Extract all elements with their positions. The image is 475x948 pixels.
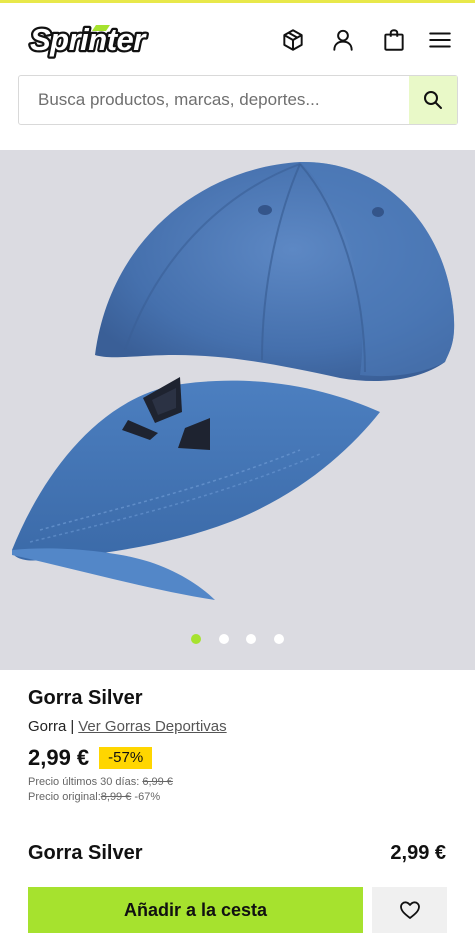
last30-price: 6,99 €: [142, 776, 173, 788]
original-price: 8,99 €: [100, 791, 132, 803]
product-title: Gorra Silver: [28, 687, 143, 709]
site-header: Sprinter Sprinter: [0, 3, 475, 150]
original-discount: -67%: [134, 791, 161, 803]
product-price: 2,99 €: [28, 745, 90, 770]
category-row: Gorra | Ver Gorras Deportivas: [28, 718, 227, 735]
shopping-bag-icon[interactable]: [379, 25, 409, 55]
gallery-pagination: [191, 634, 291, 646]
discount-badge: -57%: [99, 747, 153, 769]
original-label: Precio original:: [28, 791, 101, 803]
product-image-gallery[interactable]: [0, 150, 475, 670]
original-price-line: Precio original:8,99 € -67%: [28, 791, 160, 803]
user-icon[interactable]: [328, 25, 358, 55]
search-button[interactable]: [409, 76, 457, 124]
sprinter-logo[interactable]: Sprinter Sprinter: [28, 19, 198, 59]
sticky-product-title: Gorra Silver: [28, 842, 143, 864]
gallery-dot[interactable]: [246, 634, 256, 644]
last30-label: Precio últimos 30 días:: [28, 776, 140, 788]
product-info: Gorra Silver Gorra | Ver Gorras Deportivas…: [0, 670, 475, 948]
category-separator: |: [70, 718, 75, 735]
search-bar: [18, 75, 458, 125]
svg-text:Sprinter: Sprinter: [30, 22, 147, 57]
search-icon: [424, 91, 442, 109]
price-row: 2,99 € -57%: [28, 745, 153, 771]
add-to-cart-button[interactable]: Añadir a la cesta: [28, 887, 363, 933]
sticky-product-price: 2,99 €: [390, 842, 446, 864]
gallery-dot[interactable]: [191, 634, 201, 644]
product-image: [12, 161, 455, 600]
package-icon[interactable]: [278, 25, 308, 55]
favorite-button[interactable]: [372, 887, 447, 933]
search-input[interactable]: [19, 76, 409, 124]
heart-icon: [399, 901, 420, 919]
category-label: Gorra: [28, 718, 67, 735]
gallery-dot[interactable]: [219, 634, 229, 644]
menu-icon[interactable]: [425, 25, 455, 55]
last30-price-line: Precio últimos 30 días: 6,99 €: [28, 776, 173, 788]
category-link[interactable]: Ver Gorras Deportivas: [78, 718, 226, 735]
gallery-dot[interactable]: [274, 634, 284, 644]
